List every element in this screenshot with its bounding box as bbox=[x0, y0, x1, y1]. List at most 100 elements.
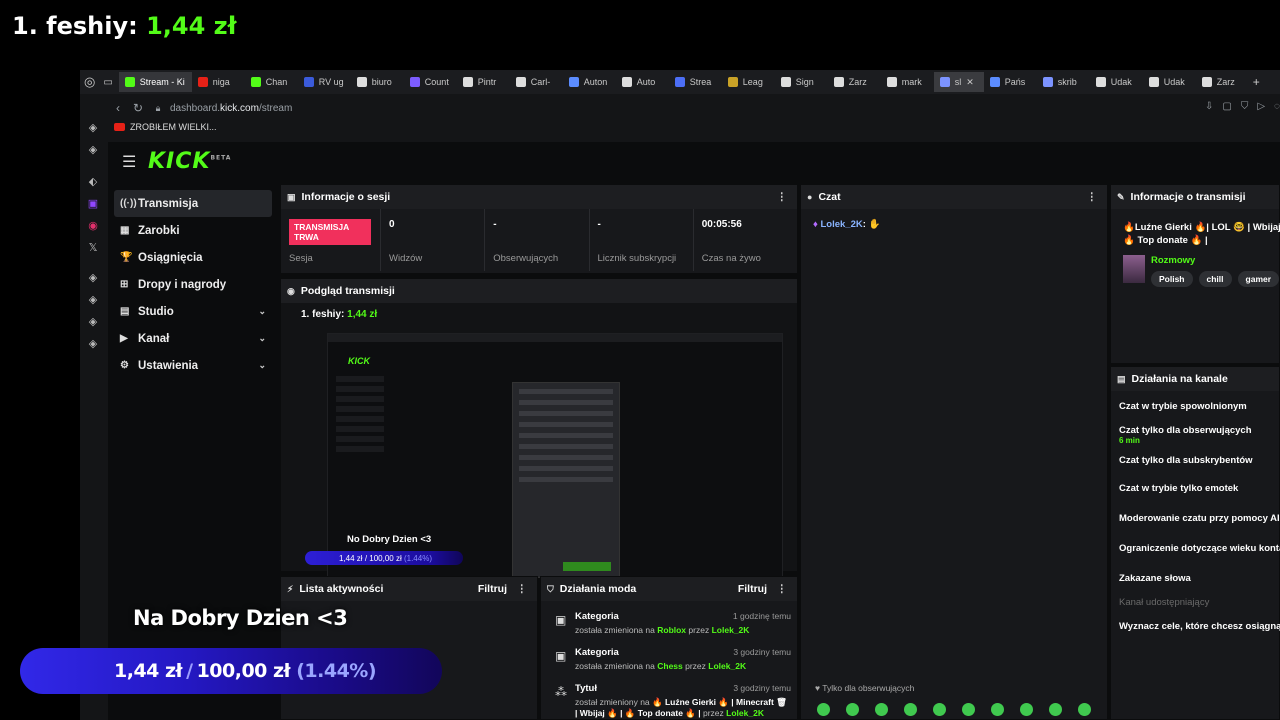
activity-filter-button[interactable]: Filtruj bbox=[478, 583, 507, 595]
sidebar-item-label: Transmisja bbox=[138, 197, 199, 210]
tag-chip[interactable]: gamer bbox=[1237, 271, 1280, 287]
sidebar-item-dropy-i-nagrody[interactable]: ⊞ Dropy i nagrody bbox=[114, 271, 272, 298]
tab-0[interactable]: Stream - Ki bbox=[118, 72, 192, 92]
tab-10[interactable]: Strea bbox=[669, 72, 722, 92]
close-icon[interactable]: ✕ bbox=[966, 77, 974, 88]
emote-icon[interactable] bbox=[1078, 703, 1091, 716]
diamond-icon[interactable]: ◈ bbox=[89, 271, 97, 286]
menu-icon[interactable]: ☰ bbox=[122, 152, 136, 172]
sidebar-item-zarobki[interactable]: ▦ Zarobki bbox=[114, 217, 272, 244]
tab-16[interactable]: Pańs bbox=[984, 72, 1037, 92]
kick-dashboard: ☰ KICKBETA ((·)) Transmisja ▦ Zarobki 🏆 Osiąg… bbox=[108, 142, 1280, 720]
address-bar[interactable]: ‹ ↻ 🔒︎ dashboard. kick.com/stream ⇩ ▢ ⛉ ▷… bbox=[110, 97, 1280, 119]
chevron-down-icon[interactable]: ⌄ bbox=[258, 306, 266, 317]
emote-icon[interactable] bbox=[846, 703, 859, 716]
channel-action-item[interactable]: Wyznacz cele, które chcesz osiągnąć bbox=[1119, 621, 1280, 632]
tab-9[interactable]: Auto bbox=[616, 72, 669, 92]
new-tab-button[interactable]: + bbox=[1253, 75, 1260, 89]
tag-chip[interactable]: Polish bbox=[1151, 271, 1193, 287]
tab-2[interactable]: Chan bbox=[245, 72, 298, 92]
bookmark-item[interactable]: ZROBIŁEM WIELKI... bbox=[114, 122, 217, 132]
sidebar-item-osi-gni-cia[interactable]: 🏆 Osiągnięcia bbox=[114, 244, 272, 271]
channel-action-item[interactable]: Czat w trybie spowolnionym bbox=[1119, 401, 1247, 412]
tag-chip[interactable]: chill bbox=[1198, 271, 1232, 287]
instagram-icon[interactable]: ◉ bbox=[88, 219, 98, 234]
tab-14[interactable]: mark bbox=[881, 72, 934, 92]
chevron-down-icon[interactable]: ⌄ bbox=[258, 333, 266, 344]
download-icon[interactable]: ⇩ bbox=[1205, 101, 1213, 112]
tab-20[interactable]: Zarz bbox=[1196, 72, 1249, 92]
tab-7[interactable]: Carl- bbox=[510, 72, 563, 92]
emote-icon[interactable] bbox=[1049, 703, 1062, 716]
channel-action-item[interactable]: Zakazane słowa bbox=[1119, 573, 1191, 584]
tab-overview-icon[interactable]: ▭ bbox=[103, 77, 112, 88]
sidebar-item-kana-[interactable]: ▶ Kanał ⌄ bbox=[114, 325, 272, 352]
emote-icon[interactable] bbox=[933, 703, 946, 716]
diamond-icon[interactable]: ◈ bbox=[89, 293, 97, 308]
tab-15[interactable]: sl ✕ bbox=[933, 72, 984, 92]
emote-icon[interactable] bbox=[904, 703, 917, 716]
back-icon[interactable]: ‹ bbox=[110, 101, 126, 115]
tab-list: Stream - Ki niga Chan RV ug biuro Count Pintr C… bbox=[118, 72, 1249, 92]
channel-action-item[interactable]: Moderowanie czatu przy pomocy AI bbox=[1119, 513, 1280, 524]
twitch-icon[interactable]: ▣ bbox=[88, 197, 98, 212]
category-name[interactable]: Rozmowy bbox=[1151, 255, 1195, 266]
emote-icon[interactable] bbox=[991, 703, 1004, 716]
play-icon[interactable]: ▷ bbox=[1257, 101, 1265, 112]
chevron-down-icon[interactable]: ⌄ bbox=[258, 360, 266, 371]
more-icon[interactable]: ⋮ bbox=[777, 583, 788, 595]
channel-action-item[interactable]: Czat tylko dla subskrybentów bbox=[1119, 455, 1253, 466]
tab-3[interactable]: RV ug bbox=[298, 72, 351, 92]
channel-action-item[interactable]: Czat tylko dla obserwujących 6 min bbox=[1119, 425, 1252, 445]
channel-action-label: Ograniczenie dotyczące wieku konta bbox=[1119, 543, 1280, 554]
mod-filter-button[interactable]: Filtruj bbox=[738, 583, 767, 595]
extension-icon[interactable]: ◌ bbox=[1274, 101, 1280, 112]
tab-label: Udak bbox=[1163, 77, 1185, 87]
shield-icon[interactable]: ⛉ bbox=[1241, 101, 1249, 112]
more-icon[interactable]: ⋮ bbox=[517, 583, 528, 595]
diamond-icon[interactable]: ◈ bbox=[89, 143, 97, 158]
tab-label: Chan bbox=[265, 77, 288, 87]
stream-preview[interactable]: 1. feshiy: 1,44 zł KICK No Dobry Dzien <… bbox=[281, 303, 797, 578]
x-icon[interactable]: 𝕏 bbox=[89, 241, 98, 256]
tab-4[interactable]: biuro bbox=[351, 72, 404, 92]
channel-action-item[interactable]: Kanał udostępniający bbox=[1119, 597, 1209, 608]
sidebar-item-transmisja[interactable]: ((·)) Transmisja bbox=[114, 190, 272, 217]
dashboard-sidebar: ((·)) Transmisja ▦ Zarobki 🏆 Osiągnięcia ⊞ Drop… bbox=[114, 190, 272, 379]
tab-17[interactable]: skrib bbox=[1037, 72, 1090, 92]
tab-13[interactable]: Zarz bbox=[828, 72, 881, 92]
tab-1[interactable]: niga bbox=[192, 72, 245, 92]
sidebar-item-studio[interactable]: ▤ Studio ⌄ bbox=[114, 298, 272, 325]
tab-18[interactable]: Udak bbox=[1090, 72, 1143, 92]
tab-11[interactable]: Leag bbox=[722, 72, 775, 92]
tab-6[interactable]: Pintr bbox=[457, 72, 510, 92]
tab-label: RV ug bbox=[318, 77, 344, 87]
channel-action-item[interactable]: Ograniczenie dotyczące wieku konta bbox=[1119, 543, 1280, 554]
channel-action-item[interactable]: Czat w trybie tylko emotek bbox=[1119, 483, 1238, 494]
kick-icon[interactable]: ⬖ bbox=[89, 175, 97, 190]
tab-favicon bbox=[727, 77, 738, 87]
emote-icon[interactable] bbox=[962, 703, 975, 716]
chat-username[interactable]: Lolek_2K bbox=[821, 219, 863, 230]
tab-label: biuro bbox=[371, 77, 392, 87]
reload-icon[interactable]: ↻ bbox=[130, 101, 146, 115]
tab-8[interactable]: Auton bbox=[563, 72, 616, 92]
tab-label: Leag bbox=[742, 77, 763, 87]
tab-5[interactable]: Count bbox=[404, 72, 457, 92]
emote-icon[interactable] bbox=[817, 703, 830, 716]
kick-logo[interactable]: KICKBETA bbox=[148, 149, 231, 174]
sidebar-item-ustawienia[interactable]: ⚙ Ustawienia ⌄ bbox=[114, 352, 272, 379]
chrome-menu-icon[interactable]: ◎ bbox=[84, 74, 95, 90]
diamond-icon[interactable]: ◈ bbox=[89, 337, 97, 352]
emote-icon[interactable] bbox=[1020, 703, 1033, 716]
channel-action-label: Czat w trybie tylko emotek bbox=[1119, 483, 1239, 494]
diamond-icon[interactable]: ◈ bbox=[89, 315, 97, 330]
trophy-icon: 🏆 bbox=[120, 252, 133, 263]
emote-icon[interactable] bbox=[875, 703, 888, 716]
tab-19[interactable]: Udak bbox=[1143, 72, 1196, 92]
screenshot-icon[interactable]: ▢ bbox=[1222, 101, 1231, 112]
tab-12[interactable]: Sign bbox=[775, 72, 828, 92]
diamond-icon[interactable]: ◈ bbox=[89, 121, 97, 136]
more-icon[interactable]: ⋮ bbox=[777, 191, 788, 203]
more-icon[interactable]: ⋮ bbox=[1087, 191, 1098, 203]
